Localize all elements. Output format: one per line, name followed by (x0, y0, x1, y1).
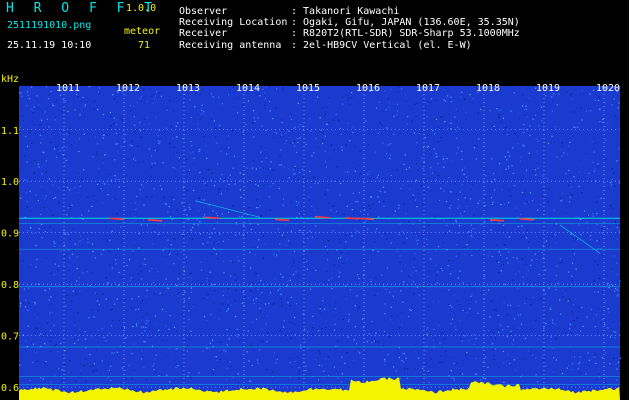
x-tick-label: 1020 (596, 83, 620, 94)
x-tick-label: 1019 (536, 83, 560, 94)
meteor-echo (489, 219, 505, 222)
y-tick-label: 1.0 (1, 177, 19, 188)
meteor-echo (204, 216, 220, 220)
x-tick-label: 1017 (416, 83, 440, 94)
meteor-echo (359, 217, 375, 221)
meteor-echo (519, 218, 535, 221)
y-tick-label: 0.8 (1, 280, 19, 291)
meteor-echo (109, 217, 125, 221)
x-tick-label: 1013 (176, 83, 200, 94)
y-tick-label: 1.1 (1, 126, 19, 137)
noise-layer (19, 86, 622, 400)
meteor-echo (147, 219, 163, 222)
y-tick-label: 0.9 (1, 229, 19, 240)
y-tick-label: 0.7 (1, 332, 19, 343)
x-tick-label: 1015 (296, 83, 320, 94)
meteor-echo (314, 215, 330, 219)
y-axis-unit: kHz (1, 74, 19, 85)
y-tick-label: 0.6 (1, 383, 19, 394)
x-tick-label: 1012 (116, 83, 140, 94)
x-tick-label: 1014 (236, 83, 260, 94)
x-tick-label: 1018 (476, 83, 500, 94)
x-tick-label: 1011 (56, 83, 80, 94)
x-tick-label: 1016 (356, 83, 380, 94)
meteor-echo (344, 216, 360, 220)
meteor-echo (274, 218, 290, 222)
spectrogram-plot: kHz 1.1 1.0 0.9 0.8 0.7 0.6 1011 1012 1013 1014 101… (0, 72, 629, 400)
